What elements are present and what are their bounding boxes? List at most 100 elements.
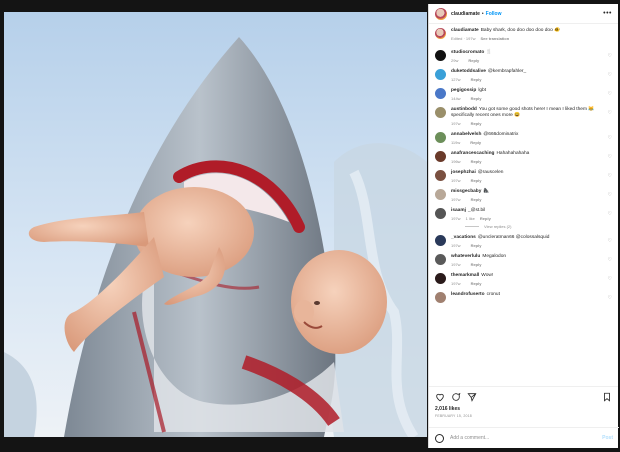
reply-button[interactable]: Reply — [471, 262, 482, 267]
action-bar — [429, 386, 618, 406]
add-comment-bar: Post — [429, 427, 619, 448]
caption: claudiamate Baby shark, doo doo doo doo d… — [435, 28, 612, 41]
comment-text: lgbt — [478, 88, 487, 93]
comment-username[interactable]: missgecbaby — [451, 189, 481, 194]
comment-username[interactable]: _vacations — [451, 235, 476, 240]
comment-age: 197w — [451, 178, 461, 183]
comment-age: 127w — [451, 77, 461, 82]
comment-like-icon[interactable]: ♡ — [608, 173, 612, 179]
comment-icon[interactable] — [451, 392, 461, 402]
comment-avatar[interactable] — [435, 107, 446, 118]
post-date: FEBRUARY 15, 2018 — [435, 414, 472, 418]
comments-list[interactable]: claudiamate Baby shark, doo doo doo doo d… — [429, 24, 618, 386]
comment-like-icon[interactable]: ♡ — [608, 238, 612, 244]
bookmark-icon[interactable] — [602, 392, 612, 402]
likes-count[interactable]: 2,016 likes — [429, 406, 618, 414]
comment-like-icon[interactable]: ♡ — [608, 135, 612, 141]
reply-button[interactable]: Reply — [468, 58, 479, 63]
comment-text: Megalodon — [482, 254, 507, 259]
follow-button[interactable]: Follow — [486, 11, 502, 17]
comment-username[interactable]: pegigossip — [451, 88, 476, 93]
author-username[interactable]: claudiamate — [451, 11, 480, 17]
post-header: claudiamate • Follow ••• — [429, 4, 618, 24]
comment-avatar[interactable] — [435, 132, 446, 143]
comment-row: _vacations @uncleratman66 @colossalsquid 1… — [435, 235, 612, 248]
view-replies-link[interactable]: View replies (2) — [465, 224, 612, 229]
comment-avatar[interactable] — [435, 50, 446, 61]
comment-username[interactable]: anafrancescaching — [451, 151, 494, 156]
comment-row: anafrancescaching Hahahahahaha 196w Reply ♡ — [435, 151, 612, 164]
reply-button[interactable]: Reply — [471, 243, 482, 248]
comment-username[interactable]: austinbodd — [451, 107, 477, 112]
shark-baby-illustration — [4, 12, 427, 437]
add-comment-input[interactable] — [450, 435, 603, 441]
comment-like-icon[interactable]: ♡ — [608, 110, 612, 116]
comment-age: 197w — [451, 243, 461, 248]
comment-like-icon[interactable]: ♡ — [608, 154, 612, 160]
comment-text: Hahahahahaha — [496, 151, 530, 156]
comment-avatar[interactable] — [435, 69, 446, 80]
comment-text: @kembrapfahler_ — [487, 69, 527, 74]
caption-text: Baby shark, doo doo doo doo doo 🐠 — [480, 28, 561, 33]
comment-age: 197w — [451, 121, 461, 126]
comment-avatar[interactable] — [435, 189, 446, 200]
share-icon[interactable] — [467, 392, 477, 402]
comment-like-icon[interactable]: ♡ — [608, 276, 612, 282]
reply-button[interactable]: Reply — [471, 96, 482, 101]
heart-icon[interactable] — [435, 392, 445, 402]
comment-like-icon[interactable]: ♡ — [608, 257, 612, 263]
comment-avatar[interactable] — [435, 254, 446, 265]
see-translation-link[interactable]: See translation — [480, 36, 509, 41]
reply-button[interactable]: Reply — [470, 140, 481, 145]
comment-avatar[interactable] — [435, 208, 446, 219]
comment-username[interactable]: josephzhai — [451, 170, 476, 175]
comment-like-icon[interactable]: ♡ — [608, 53, 612, 59]
comment-avatar[interactable] — [435, 273, 446, 284]
comment-row: leandrofuserto cronut ♡ — [435, 292, 612, 305]
separator-dot: • — [481, 10, 484, 17]
caption-username[interactable]: claudiamate — [451, 28, 479, 33]
comment-avatar[interactable] — [435, 292, 446, 303]
comment-username[interactable]: duketoddsalive — [451, 69, 486, 74]
comment-like-icon[interactable]: ♡ — [608, 91, 612, 97]
comment-like-icon[interactable]: ♡ — [608, 192, 612, 198]
comment-like-icon[interactable]: ♡ — [608, 211, 612, 217]
comment-age: 29w — [451, 58, 459, 63]
comment-avatar[interactable] — [435, 235, 446, 246]
author-avatar[interactable] — [435, 7, 447, 20]
comment-username[interactable]: annabelvelsh — [451, 132, 481, 137]
post-comment-button[interactable]: Post — [602, 435, 613, 441]
comment-username[interactable]: themarkmall — [451, 273, 479, 278]
comment-age: 144w — [451, 96, 461, 101]
reply-button[interactable]: Reply — [471, 197, 482, 202]
caption-edited: Edited · 197w — [451, 36, 476, 41]
comment-row: whateverlulu Megalodon 197w Reply ♡ — [435, 254, 612, 267]
reply-button[interactable]: Reply — [471, 121, 482, 126]
comment-row: josephzhai @rauscelen 197w Reply ♡ — [435, 170, 612, 183]
comment-avatar[interactable] — [435, 88, 446, 99]
comment-row: pegigossip lgbt 144w Reply ♡ — [435, 88, 612, 101]
post-image[interactable] — [4, 12, 427, 437]
comment-row: duketoddsalive @kembrapfahler_ 127w Reply ♡ — [435, 69, 612, 82]
comment-username[interactable]: studiocromato — [451, 50, 484, 55]
comment-username[interactable]: whateverlulu — [451, 254, 480, 259]
comment-text: @666dominatrix — [483, 132, 519, 137]
reply-button[interactable]: Reply — [471, 281, 482, 286]
comment-age: 197w — [451, 197, 461, 202]
comment-avatar[interactable] — [435, 170, 446, 181]
comment-likes[interactable]: 1 like — [466, 216, 475, 221]
caption-avatar[interactable] — [435, 28, 446, 39]
comment-like-icon[interactable]: ♡ — [608, 72, 612, 78]
reply-button[interactable]: Reply — [471, 77, 482, 82]
more-options-icon[interactable]: ••• — [603, 10, 612, 17]
comment-username[interactable]: isaamj — [451, 208, 466, 213]
reply-button[interactable]: Reply — [471, 178, 482, 183]
reply-button[interactable]: Reply — [471, 159, 482, 164]
reply-button[interactable]: Reply — [480, 216, 491, 221]
emoji-icon[interactable] — [435, 433, 444, 443]
comment-row: austinbodd You got some good shots here! … — [435, 107, 612, 126]
comment-age: 197w — [451, 262, 461, 267]
comment-username[interactable]: leandrofuserto — [451, 292, 485, 297]
comment-like-icon[interactable]: ♡ — [608, 295, 612, 301]
comment-avatar[interactable] — [435, 151, 446, 162]
